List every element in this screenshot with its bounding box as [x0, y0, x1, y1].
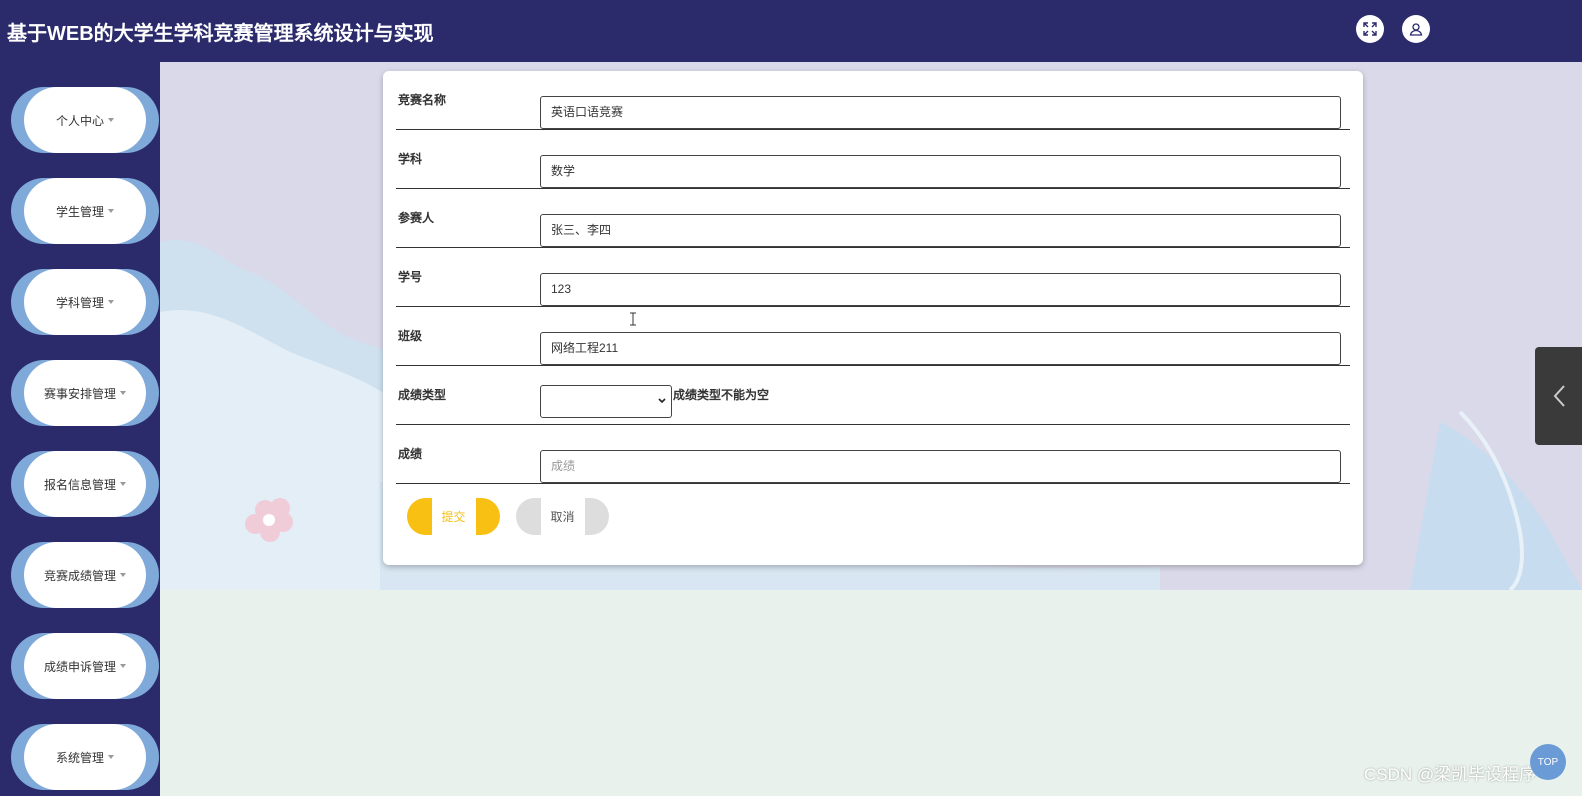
score-form-card: 竞赛名称 英语口语竞赛 学科 数学 参赛人 张三、李四 学号 123 班级 网络…: [383, 71, 1363, 565]
sidebar-item-appeal-management[interactable]: 成绩申诉管理: [11, 633, 159, 699]
fullscreen-button[interactable]: [1356, 15, 1384, 43]
form-row-score-type: 成绩类型 成绩类型不能为空: [396, 366, 1350, 425]
user-icon: [1409, 23, 1423, 36]
competition-name-input[interactable]: 英语口语竞赛: [540, 96, 1341, 129]
chevron-down-icon: [658, 398, 666, 404]
top-header: 基于WEB的大学生学科竞赛管理系统设计与实现: [0, 0, 1582, 62]
field-label: 成绩类型: [398, 388, 447, 402]
form-row-participants: 参赛人 张三、李四: [396, 189, 1350, 248]
form-row-class: 班级 网络工程211: [396, 307, 1350, 366]
sidebar-item-label: 学生管理: [55, 204, 104, 219]
caret-down-icon: [120, 664, 126, 668]
side-panel-toggle[interactable]: [1535, 347, 1582, 445]
caret-down-icon: [120, 482, 126, 486]
sidebar-item-registration[interactable]: 报名信息管理: [11, 451, 159, 517]
caret-down-icon: [108, 209, 114, 213]
sidebar-item-label: 学科管理: [55, 295, 104, 310]
sidebar-item-score-management[interactable]: 竞赛成绩管理: [11, 542, 159, 608]
class-input[interactable]: 网络工程211: [540, 332, 1341, 365]
field-label: 成绩: [398, 447, 423, 461]
user-button[interactable]: [1402, 15, 1430, 43]
subject-input[interactable]: 数学: [540, 155, 1341, 188]
cancel-button[interactable]: 取消: [516, 498, 609, 535]
sidebar-item-event-schedule[interactable]: 赛事安排管理: [11, 360, 159, 426]
sidebar-item-system-management[interactable]: 系统管理: [11, 724, 159, 790]
sidebar-item-label: 报名信息管理: [43, 477, 116, 492]
cancel-button-label: 取消: [540, 498, 585, 535]
text-cursor-icon: [630, 312, 636, 326]
app-title: 基于WEB的大学生学科竞赛管理系统设计与实现: [7, 23, 434, 45]
field-label: 学号: [398, 270, 423, 284]
caret-down-icon: [108, 118, 114, 122]
watermark: CSDN @梁凯毕设程序: [1364, 765, 1537, 784]
student-id-input[interactable]: 123: [540, 273, 1341, 306]
score-type-select[interactable]: [540, 385, 672, 418]
caret-down-icon: [108, 755, 114, 759]
caret-down-icon: [108, 300, 114, 304]
submit-button-label: 提交: [431, 498, 476, 535]
sidebar: 个人中心 学生管理 学科管理 赛事安排管理 报名信息管理 竞赛成绩管理 成绩申诉…: [0, 62, 160, 796]
score-type-error-message: 成绩类型不能为空: [673, 388, 770, 402]
sidebar-item-label: 成绩申诉管理: [43, 659, 116, 674]
participants-input[interactable]: 张三、李四: [540, 214, 1341, 247]
caret-down-icon: [120, 391, 126, 395]
sidebar-item-label: 竞赛成绩管理: [43, 568, 116, 583]
sidebar-item-label: 个人中心: [55, 113, 104, 128]
field-label: 参赛人: [398, 211, 435, 225]
field-label: 竞赛名称: [398, 93, 447, 107]
back-to-top-button[interactable]: TOP: [1530, 744, 1566, 780]
form-row-score: 成绩 成绩: [396, 425, 1350, 484]
submit-button[interactable]: 提交: [407, 498, 500, 535]
score-input[interactable]: 成绩: [540, 450, 1341, 483]
field-label: 学科: [398, 152, 423, 166]
field-label: 班级: [398, 329, 423, 343]
caret-down-icon: [120, 573, 126, 577]
fullscreen-icon: [1363, 22, 1377, 36]
form-row-student-id: 学号 123: [396, 248, 1350, 307]
sidebar-item-subject-management[interactable]: 学科管理: [11, 269, 159, 335]
chevron-left-icon: [1553, 385, 1565, 407]
form-row-subject: 学科 数学: [396, 130, 1350, 189]
sidebar-item-personal-center[interactable]: 个人中心: [11, 87, 159, 153]
form-row-competition-name: 竞赛名称 英语口语竞赛: [396, 71, 1350, 130]
sidebar-item-student-management[interactable]: 学生管理: [11, 178, 159, 244]
sidebar-item-label: 赛事安排管理: [43, 386, 116, 401]
sidebar-item-label: 系统管理: [55, 750, 104, 765]
